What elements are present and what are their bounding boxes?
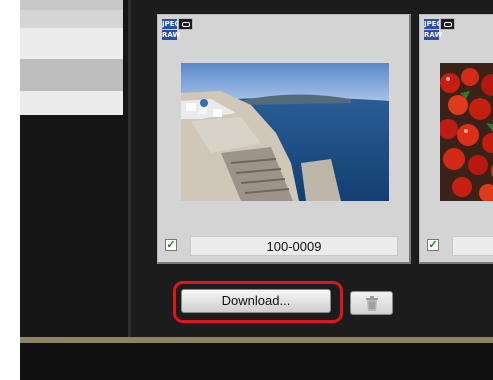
thumbnail-card[interactable]: JPEG RAW ✓ 100-0009 <box>157 14 411 264</box>
select-checkbox[interactable]: ✓ <box>165 239 177 251</box>
delete-button[interactable] <box>350 291 393 315</box>
select-checkbox[interactable]: ✓ <box>427 239 439 251</box>
tomatoes-photo <box>440 63 493 201</box>
protect-icon <box>440 18 455 30</box>
raw-badge: RAW <box>423 29 443 41</box>
download-button[interactable]: Download... <box>181 289 331 313</box>
jpeg-raw-badge: JPEG RAW <box>423 18 455 41</box>
jpeg-raw-badge: JPEG RAW <box>161 18 193 41</box>
seascape-photo <box>181 63 389 201</box>
raw-badge: RAW <box>161 29 181 41</box>
filename-label: 100-0009 <box>190 236 398 256</box>
left-panel-row[interactable] <box>20 28 123 59</box>
left-panel <box>20 0 129 337</box>
filename-label <box>452 236 493 256</box>
trash-icon <box>366 296 378 311</box>
thumbnail-image[interactable] <box>181 63 389 201</box>
left-panel-row[interactable] <box>20 0 123 10</box>
thumbnail-card[interactable]: JPEG RAW ✓ <box>419 14 493 264</box>
thumbnail-image[interactable] <box>440 63 493 201</box>
left-panel-row[interactable] <box>20 59 123 91</box>
bottom-panel <box>20 343 493 380</box>
left-panel-row[interactable] <box>20 91 123 115</box>
left-panel-row[interactable] <box>20 10 123 28</box>
protect-icon <box>178 18 193 30</box>
